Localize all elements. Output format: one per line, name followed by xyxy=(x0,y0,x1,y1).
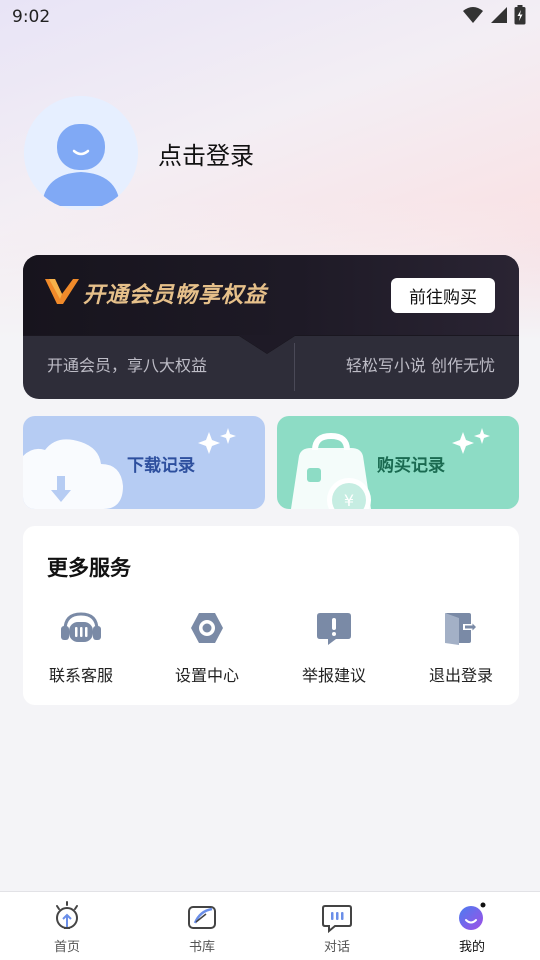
more-services-panel: 更多服务 联系客服 设置中心 举报建议 退出登录 xyxy=(23,526,519,705)
service-logout[interactable]: 退出登录 xyxy=(406,608,516,686)
status-time: 9:02 xyxy=(12,7,51,27)
service-label: 联系客服 xyxy=(48,666,113,685)
tab-profile[interactable]: 我的 xyxy=(432,900,512,955)
battery-icon xyxy=(514,5,526,29)
service-settings[interactable]: 设置中心 xyxy=(152,608,262,686)
profile-header[interactable]: 点击登录 xyxy=(24,96,254,210)
signal-icon xyxy=(490,6,508,28)
vip-divider xyxy=(294,343,295,391)
vip-membership-card[interactable]: 开通会员畅享权益 前往购买 开通会员，享八大权益 轻松写小说 创作无忧 xyxy=(23,255,519,399)
buy-vip-button[interactable]: 前往购买 xyxy=(391,278,495,313)
tab-chat[interactable]: 对话 xyxy=(297,900,377,955)
report-icon xyxy=(279,608,389,648)
tab-chat-label: 对话 xyxy=(323,940,350,955)
bottom-tab-bar: 首页 书库 对话 我的 xyxy=(0,891,540,960)
vip-benefit-text: 开通会员，享八大权益 xyxy=(47,356,208,375)
tab-profile-label: 我的 xyxy=(458,940,485,955)
wifi-icon xyxy=(462,6,484,28)
vip-v-icon xyxy=(45,277,79,309)
tab-library[interactable]: 书库 xyxy=(162,900,242,955)
vip-slogan-text: 轻松写小说 创作无忧 xyxy=(345,356,495,375)
avatar[interactable] xyxy=(24,96,138,210)
services-title: 更多服务 xyxy=(47,556,131,580)
logout-icon xyxy=(406,608,516,648)
purchase-records-label: 购买记录 xyxy=(377,456,445,476)
tab-home[interactable]: 首页 xyxy=(27,900,107,955)
service-label: 举报建议 xyxy=(301,666,366,685)
gear-icon xyxy=(152,608,262,648)
purchase-records-card[interactable]: ¥ 购买记录 xyxy=(277,416,519,509)
library-icon xyxy=(162,900,242,934)
tab-library-label: 书库 xyxy=(188,940,215,955)
svg-text:¥: ¥ xyxy=(344,491,354,509)
service-customer-support[interactable]: 联系客服 xyxy=(26,608,136,686)
service-label: 设置中心 xyxy=(174,666,239,685)
download-records-label: 下载记录 xyxy=(127,456,195,476)
headset-icon xyxy=(26,608,136,648)
vip-title: 开通会员畅享权益 xyxy=(45,277,267,309)
profile-icon xyxy=(432,900,512,934)
lightbulb-icon xyxy=(27,900,107,934)
service-label: 退出登录 xyxy=(428,666,493,685)
service-report[interactable]: 举报建议 xyxy=(279,608,389,686)
tab-home-label: 首页 xyxy=(53,940,80,955)
login-prompt[interactable]: 点击登录 xyxy=(158,136,254,171)
status-bar: 9:02 xyxy=(0,0,540,34)
status-icons xyxy=(462,5,526,29)
download-records-card[interactable]: 下载记录 xyxy=(23,416,265,509)
chat-icon xyxy=(297,900,377,934)
vip-title-text: 开通会员畅享权益 xyxy=(83,283,268,308)
